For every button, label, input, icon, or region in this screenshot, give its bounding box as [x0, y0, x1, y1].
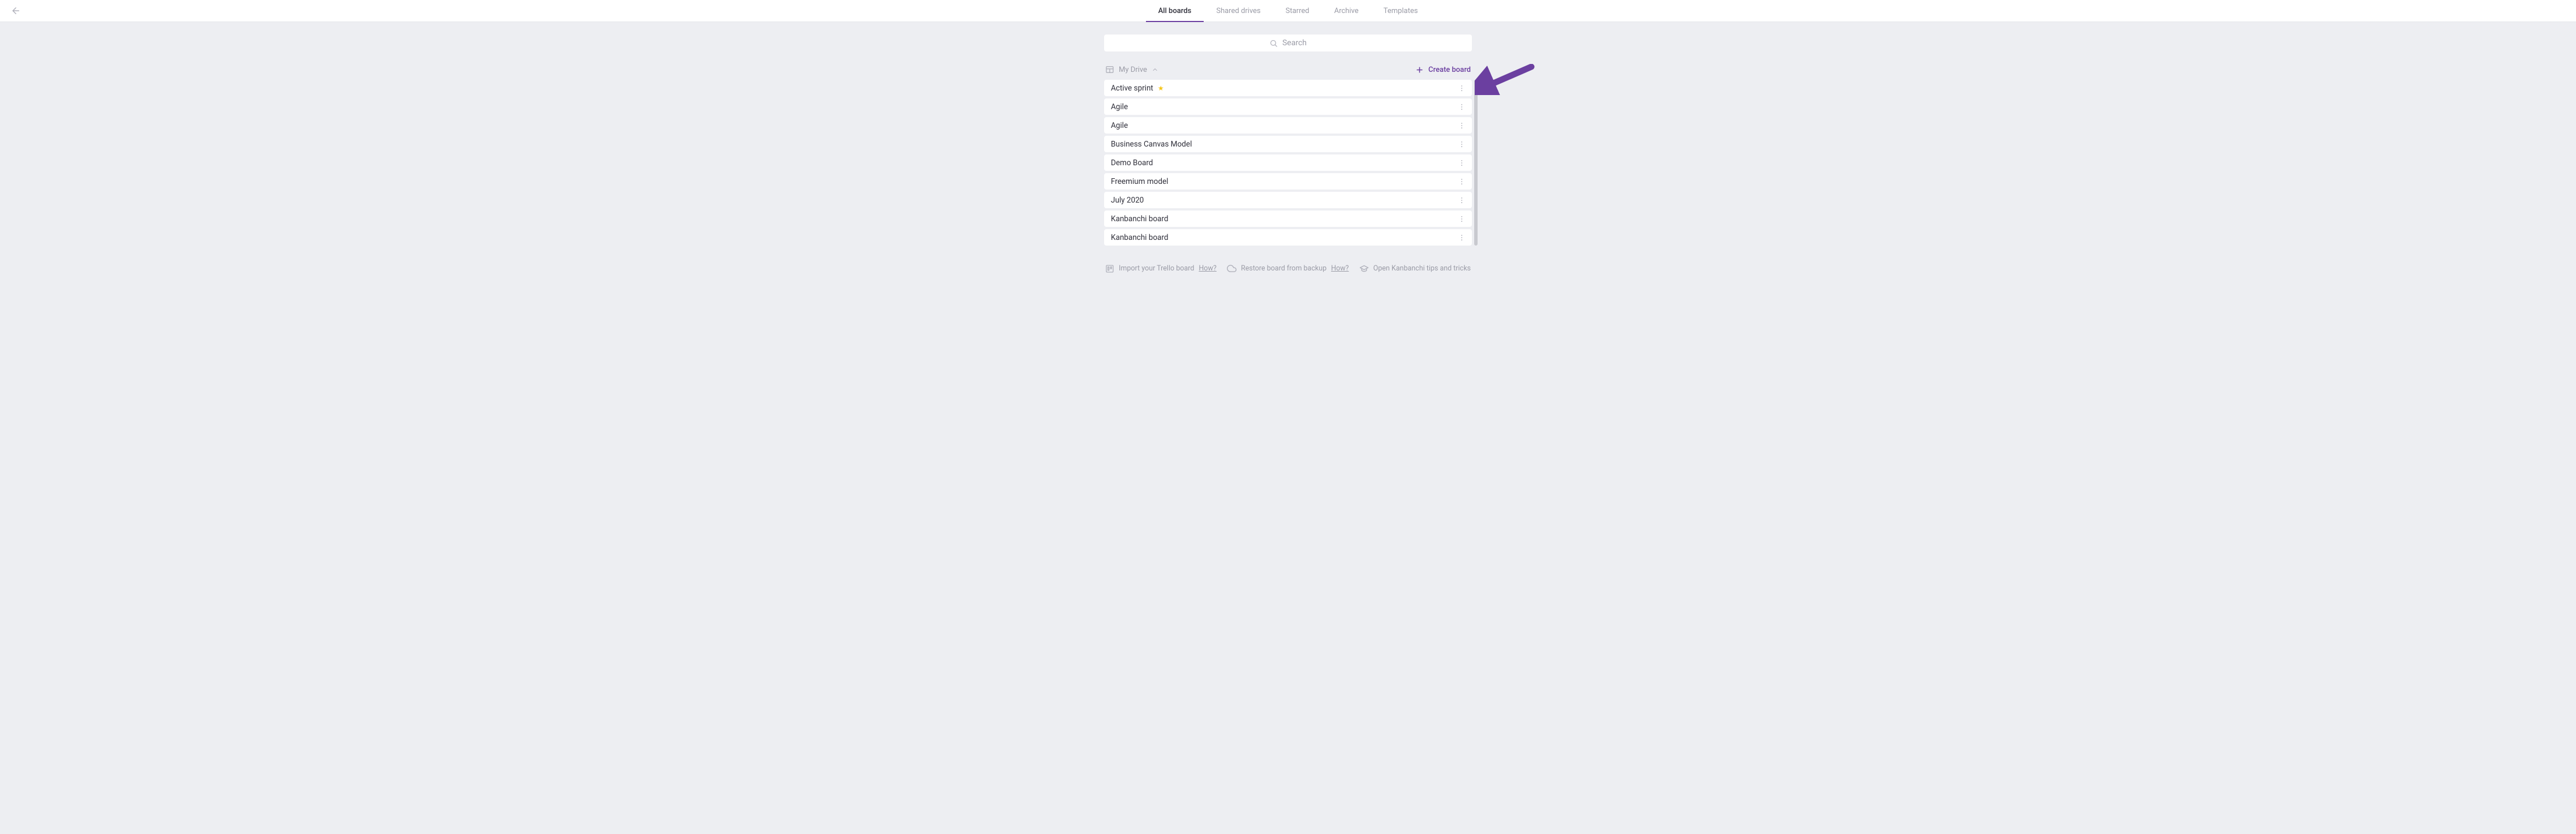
chevron-up-icon	[1152, 66, 1158, 73]
board-card[interactable]: Kanbanchi board	[1104, 229, 1472, 246]
board-card[interactable]: Agile	[1104, 117, 1472, 134]
more-vertical-icon	[1458, 178, 1466, 186]
board-menu-button[interactable]	[1457, 158, 1466, 167]
tips-link[interactable]: Open Kanbanchi tips and tricks	[1359, 264, 1471, 273]
board-card[interactable]: Business Canvas Model	[1104, 136, 1472, 152]
arrow-left-icon	[11, 6, 21, 16]
board-name: Demo Board	[1111, 158, 1153, 167]
restore-backup-label: Restore board from backup	[1241, 264, 1326, 273]
board-list: Active sprint ★ Agile Agile Business Canvas …	[1104, 80, 1472, 246]
create-board-label: Create board	[1428, 66, 1471, 74]
board-name: Kanbanchi board	[1111, 214, 1168, 223]
board-menu-button[interactable]	[1457, 121, 1466, 130]
tab-shared-drives[interactable]: Shared drives	[1204, 0, 1273, 22]
board-menu-button[interactable]	[1457, 233, 1466, 242]
tab-archive[interactable]: Archive	[1322, 0, 1371, 22]
more-vertical-icon	[1458, 103, 1466, 111]
create-board-button[interactable]: Create board	[1415, 66, 1471, 74]
board-name: Agile	[1111, 121, 1128, 130]
footer-links: Import your Trello board How? Restore bo…	[1104, 264, 1472, 290]
board-name: July 2020	[1111, 196, 1144, 205]
board-menu-button[interactable]	[1457, 102, 1466, 111]
board-card[interactable]: Active sprint ★	[1104, 80, 1472, 96]
tab-all-boards[interactable]: All boards	[1146, 0, 1204, 22]
import-trello-how[interactable]: How?	[1199, 264, 1216, 273]
search-input[interactable]: Search	[1104, 35, 1472, 51]
board-icon	[1105, 65, 1114, 74]
tab-starred[interactable]: Starred	[1273, 0, 1322, 22]
board-name: Business Canvas Model	[1111, 140, 1192, 149]
board-name: Active sprint	[1111, 84, 1153, 93]
plus-icon	[1415, 66, 1424, 74]
star-icon[interactable]: ★	[1158, 84, 1164, 92]
drive-header: My Drive Create board	[1104, 65, 1472, 74]
board-card[interactable]: Agile	[1104, 98, 1472, 115]
more-vertical-icon	[1458, 215, 1466, 223]
more-vertical-icon	[1458, 140, 1466, 148]
tab-templates[interactable]: Templates	[1371, 0, 1431, 22]
cloud-icon	[1227, 264, 1237, 273]
board-menu-button[interactable]	[1457, 196, 1466, 205]
tab-label: Starred	[1286, 7, 1310, 15]
board-name: Freemium model	[1111, 177, 1168, 186]
tab-label: Shared drives	[1216, 7, 1260, 15]
tab-label: Templates	[1384, 7, 1418, 15]
import-trello-link[interactable]: Import your Trello board How?	[1105, 264, 1217, 273]
more-vertical-icon	[1458, 84, 1466, 92]
tips-label: Open Kanbanchi tips and tricks	[1373, 264, 1471, 273]
board-card[interactable]: Demo Board	[1104, 154, 1472, 171]
annotation-arrow-icon	[1475, 64, 1537, 95]
top-bar: All boards Shared drives Starred Archive Tem…	[0, 0, 2576, 22]
board-list-viewport: Active sprint ★ Agile Agile Business Canvas …	[1104, 80, 1472, 246]
board-menu-button[interactable]	[1457, 177, 1466, 186]
page-content: Search My Drive Create board Active spri…	[1104, 22, 1472, 290]
more-vertical-icon	[1458, 234, 1466, 242]
drive-toggle[interactable]: My Drive	[1105, 65, 1158, 74]
import-trello-label: Import your Trello board	[1119, 264, 1194, 273]
search-placeholder: Search	[1282, 38, 1307, 48]
more-vertical-icon	[1458, 122, 1466, 130]
trello-icon	[1105, 264, 1114, 273]
board-menu-button[interactable]	[1457, 84, 1466, 93]
board-name: Agile	[1111, 102, 1128, 111]
board-menu-button[interactable]	[1457, 214, 1466, 223]
scrollbar[interactable]	[1474, 80, 1478, 246]
board-card[interactable]: July 2020	[1104, 192, 1472, 208]
drive-label: My Drive	[1119, 66, 1147, 74]
restore-backup-link[interactable]: Restore board from backup How?	[1227, 264, 1349, 273]
tab-label: All boards	[1158, 7, 1192, 15]
more-vertical-icon	[1458, 159, 1466, 167]
board-menu-button[interactable]	[1457, 140, 1466, 149]
search-icon	[1269, 39, 1278, 48]
more-vertical-icon	[1458, 196, 1466, 204]
graduation-cap-icon	[1359, 264, 1369, 273]
board-card[interactable]: Freemium model	[1104, 173, 1472, 190]
restore-backup-how[interactable]: How?	[1331, 264, 1349, 273]
board-card[interactable]: Kanbanchi board	[1104, 210, 1472, 227]
tab-bar: All boards Shared drives Starred Archive Tem…	[1146, 0, 1431, 22]
back-button[interactable]	[10, 5, 22, 16]
board-name: Kanbanchi board	[1111, 233, 1168, 242]
tab-label: Archive	[1334, 7, 1359, 15]
